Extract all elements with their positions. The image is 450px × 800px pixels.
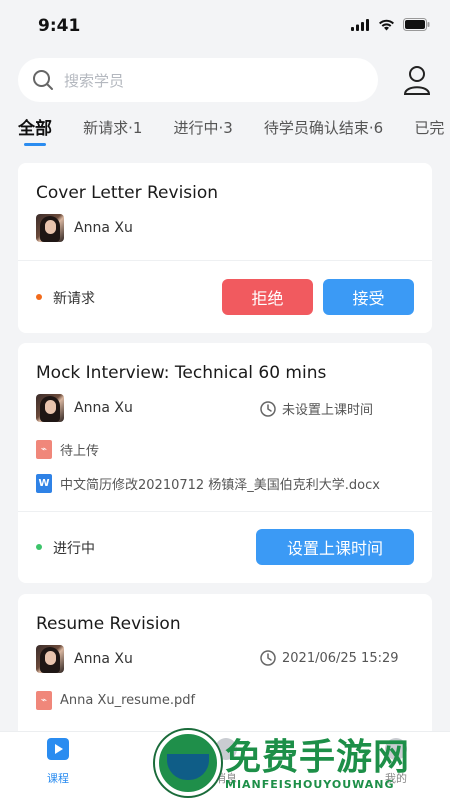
course-card[interactable]: Cover Letter Revision Anna Xu 新请求 拒绝 接受: [18, 163, 432, 333]
student-name: Anna Xu: [74, 220, 133, 236]
schedule-text: 2021/06/25 15:29: [282, 650, 399, 666]
status-dot: [36, 294, 42, 300]
status-bar: 9:41: [0, 0, 450, 52]
watermark-title: 免费手游网: [225, 737, 411, 778]
signal-icon: [351, 18, 369, 31]
set-time-button[interactable]: 设置上课时间: [256, 529, 414, 565]
upload-status-text: 待上传: [60, 444, 100, 459]
tab-pending-confirm[interactable]: 待学员确认结束·6: [264, 117, 383, 138]
attached-file[interactable]: W 中文简历修改20210712 杨镇泽_美国伯克利大学.docx: [36, 474, 380, 493]
attached-file[interactable]: ⌁ Anna Xu_resume.pdf: [36, 691, 195, 710]
play-icon: [47, 738, 69, 760]
nav-label: 课程: [47, 772, 69, 785]
status-label: 进行中: [53, 541, 95, 557]
course-card[interactable]: Mock Interview: Technical 60 mins Anna X…: [18, 343, 432, 583]
avatar: [36, 645, 64, 673]
card-title: Resume Revision: [36, 614, 181, 634]
watermark-logo: [155, 730, 221, 796]
watermark-subtitle: MIANFEISHOUYOUWANG: [225, 778, 395, 791]
filter-tabs: 全部 新请求·1 进行中·3 待学员确认结束·6 已完: [18, 114, 450, 154]
divider: [18, 260, 432, 261]
student-name: Anna Xu: [74, 400, 133, 416]
status-dot: [36, 544, 42, 550]
card-title: Mock Interview: Technical 60 mins: [36, 363, 327, 383]
status-label: 新请求: [53, 291, 95, 307]
avatar: [36, 214, 64, 242]
word-file-icon: W: [36, 474, 52, 493]
card-title: Cover Letter Revision: [36, 183, 219, 203]
status-time: 9:41: [38, 16, 81, 36]
schedule-info: 未设置上课时间: [260, 399, 373, 418]
reject-button[interactable]: 拒绝: [222, 279, 313, 315]
schedule-text: 未设置上课时间: [282, 403, 374, 418]
status-icons: [351, 18, 430, 31]
search-icon: [33, 70, 53, 90]
accept-button[interactable]: 接受: [323, 279, 414, 315]
tab-all[interactable]: 全部: [18, 114, 52, 146]
user-icon: [403, 66, 431, 95]
tab-new-requests[interactable]: 新请求·1: [83, 117, 142, 138]
pdf-file-icon: ⌁: [36, 440, 52, 459]
tab-completed[interactable]: 已完: [414, 117, 444, 138]
divider: [18, 511, 432, 512]
wifi-icon: [379, 19, 394, 30]
tab-indicator: [24, 143, 46, 146]
file-name: Anna Xu_resume.pdf: [60, 693, 196, 708]
clock-icon: [260, 650, 276, 666]
nav-courses[interactable]: 课程: [18, 738, 98, 786]
search-row: 搜索学员: [18, 58, 432, 102]
pdf-file-icon: ⌁: [36, 691, 52, 710]
student-name: Anna Xu: [74, 651, 133, 667]
search-placeholder: 搜索学员: [64, 71, 125, 90]
file-name: 中文简历修改20210712 杨镇泽_美国伯克利大学.docx: [60, 478, 380, 493]
search-input[interactable]: 搜索学员: [18, 58, 378, 102]
course-card[interactable]: Resume Revision Anna Xu 2021/06/25 15:29…: [18, 594, 432, 744]
clock-icon: [260, 400, 276, 417]
upload-status: ⌁ 待上传: [36, 440, 99, 459]
watermark: 免费手游网 MIANFEISHOUYOUWANG: [155, 728, 450, 800]
profile-button[interactable]: [402, 64, 432, 96]
avatar: [36, 394, 64, 422]
schedule-info: 2021/06/25 15:29: [260, 650, 399, 666]
tab-in-progress[interactable]: 进行中·3: [174, 117, 233, 138]
battery-icon: [403, 18, 430, 31]
